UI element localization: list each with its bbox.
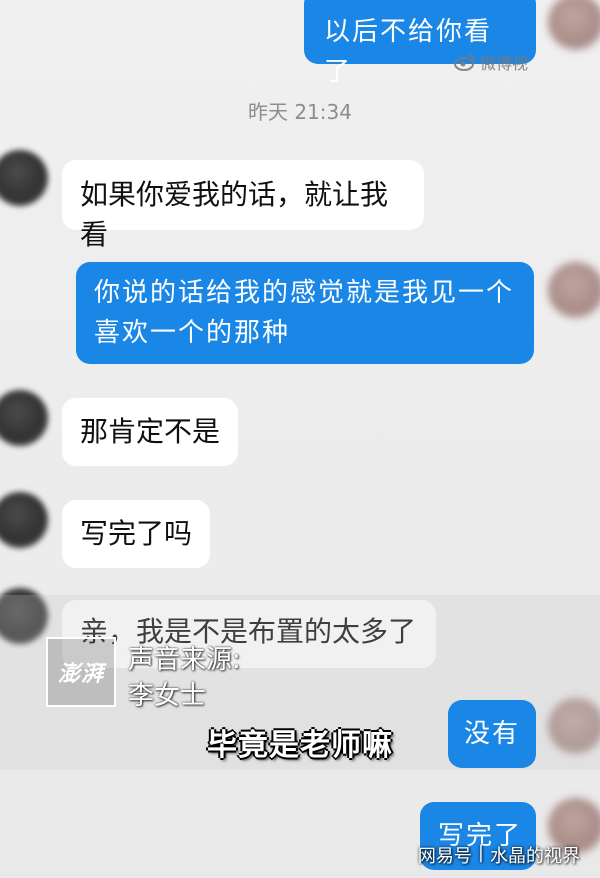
message-bubble-incoming[interactable]: 写完了吗: [62, 500, 210, 568]
weibo-watermark: 微博视: [454, 50, 528, 74]
message-text: 写完了吗: [80, 517, 193, 550]
author-name: 水晶的视界: [490, 846, 580, 867]
source-logo: 澎湃: [46, 637, 116, 707]
weibo-icon: [454, 54, 475, 71]
self-avatar[interactable]: [548, 0, 600, 50]
video-subtitle: 毕竟是老师嘛: [207, 728, 393, 763]
platform-name: 网易号: [417, 846, 472, 867]
message-bubble-outgoing[interactable]: 你说的话给我的感觉就是我见一个 喜欢一个的那种: [76, 262, 534, 364]
message-bubble-incoming[interactable]: 如果你爱我的话，就让我看: [62, 160, 424, 251]
watermark-separator: |: [477, 842, 484, 863]
message-text: 那肯定不是: [80, 415, 221, 448]
source-name: 李女士: [128, 681, 207, 711]
weibo-watermark-text: 微博视: [480, 54, 529, 73]
chat-window: 以后不给你看了 微博视 昨天 21:34 如果你爱我的话，就让我看 你说的话给我…: [0, 0, 600, 878]
contact-avatar[interactable]: [0, 150, 48, 206]
platform-watermark: 网易号 | 水晶的视界: [418, 842, 580, 868]
message-text: 如果你爱我的话，就让我看: [80, 178, 389, 251]
contact-avatar[interactable]: [0, 390, 48, 446]
message-timestamp: 昨天 21:34: [248, 100, 352, 124]
source-label: 声音来源:: [128, 645, 241, 675]
self-avatar[interactable]: [548, 262, 600, 318]
message-text: 你说的话给我的感觉就是我见一个 喜欢一个的那种: [94, 278, 515, 348]
contact-avatar[interactable]: [0, 492, 48, 548]
message-bubble-incoming[interactable]: 那肯定不是: [62, 398, 238, 466]
